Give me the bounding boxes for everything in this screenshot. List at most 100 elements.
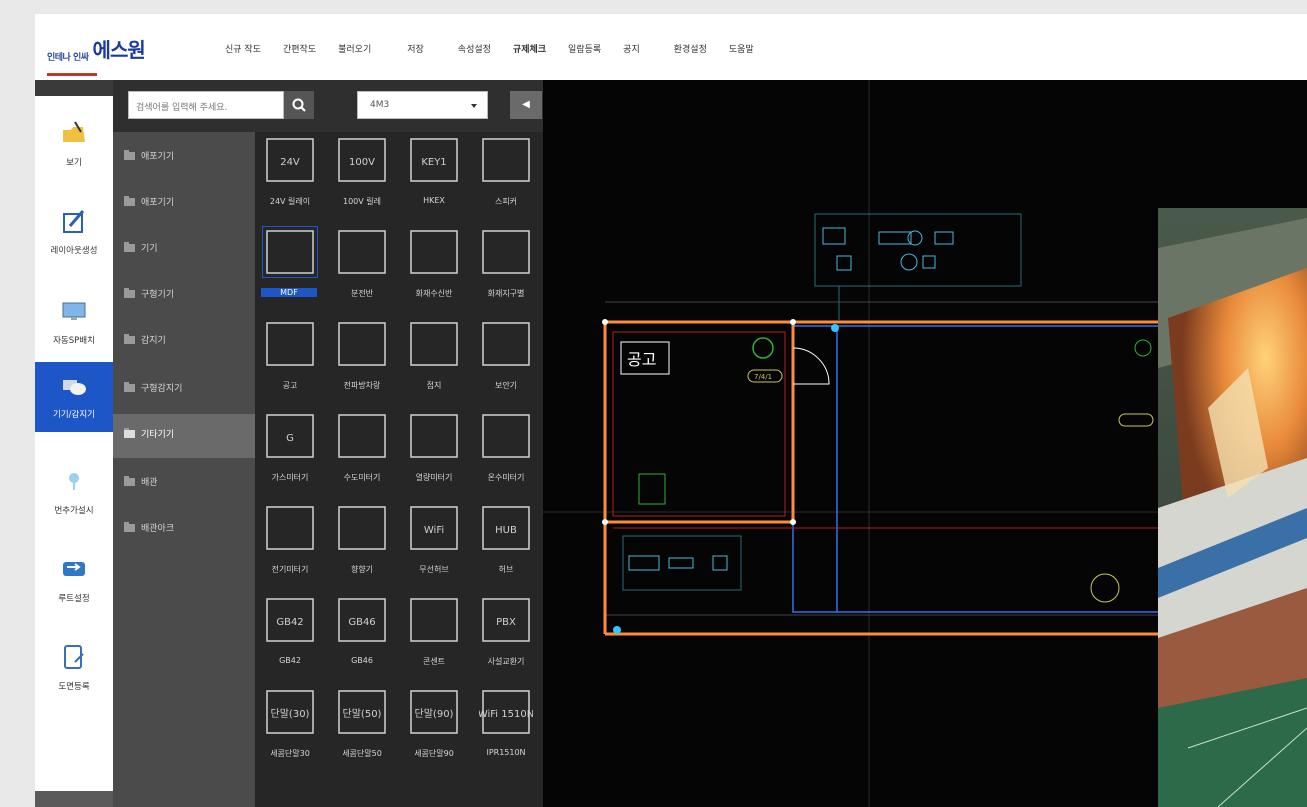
sidebar-item-view[interactable]: 보기 bbox=[35, 110, 113, 180]
room-label: 공고 bbox=[627, 350, 656, 369]
pencil-layout-icon bbox=[63, 210, 85, 233]
top-menu-bar: 인테나 인싸 에스원 신규 작도 간편작도 불러오기 저장 속성설정 규제체크 … bbox=[35, 14, 1307, 81]
symbol-item[interactable]: 접지 bbox=[399, 316, 469, 406]
sidebar-item-route[interactable]: 루트설정 bbox=[35, 546, 113, 616]
lamp-icon bbox=[69, 473, 79, 490]
menu-notice[interactable]: 공지 bbox=[623, 42, 640, 55]
collapse-panel-button[interactable]: ◀ bbox=[510, 91, 542, 119]
symbol-item[interactable]: GB46 GB46 bbox=[327, 592, 397, 682]
symbol-item[interactable]: WiFi 무선허브 bbox=[399, 500, 469, 590]
menu-properties[interactable]: 속성설정 bbox=[458, 42, 491, 55]
category-label: 기타기기 bbox=[141, 430, 175, 440]
menu-new-drawing[interactable]: 신규 작도 bbox=[225, 42, 261, 55]
symbol-item[interactable]: G 가스미터기 bbox=[255, 408, 325, 498]
building-photo-image bbox=[1158, 208, 1307, 807]
symbol-item[interactable]: 스피커 bbox=[471, 132, 541, 222]
open-folder-icon bbox=[124, 428, 135, 438]
svg-text:단말(50): 단말(50) bbox=[343, 708, 382, 720]
category-item[interactable]: 구형기기 bbox=[113, 274, 255, 318]
sidebar-item-label: 보기 bbox=[66, 158, 82, 168]
symbol-item[interactable]: 전파방차랑 bbox=[327, 316, 397, 406]
symbol-item[interactable]: 분전반 bbox=[327, 224, 397, 314]
logo-title: 에스원 bbox=[92, 38, 146, 62]
symbol-label: 공고 bbox=[282, 381, 298, 390]
sidebar-item-auto-sp[interactable]: 자동SP배치 bbox=[35, 288, 113, 358]
symbol-glyph: PBX bbox=[479, 595, 533, 645]
scale-select[interactable]: 4M3 bbox=[357, 91, 488, 119]
category-item[interactable]: 기기 bbox=[113, 228, 255, 272]
category-item[interactable]: 감지기 bbox=[113, 320, 255, 364]
sidebar-item-label: 루트설정 bbox=[58, 594, 90, 604]
symbol-item[interactable]: 단말(30) 세콤단말30 bbox=[255, 684, 325, 774]
folder-view-icon bbox=[63, 121, 85, 142]
sidebar-item-layout[interactable]: 레이아웃생성 bbox=[35, 198, 113, 268]
symbol-item[interactable]: KEY1 HKEX bbox=[399, 132, 469, 222]
category-label: 구형감지기 bbox=[141, 384, 183, 394]
symbol-item[interactable]: 공고 bbox=[255, 316, 325, 406]
menu-open[interactable]: 불러오기 bbox=[338, 42, 371, 55]
symbol-label: 100V 릴레 bbox=[342, 197, 381, 206]
category-item[interactable]: 배관 bbox=[113, 462, 255, 506]
building-photo bbox=[1158, 208, 1307, 807]
folder-icon bbox=[124, 242, 135, 252]
symbol-item[interactable]: 수도미터기 bbox=[327, 408, 397, 498]
svg-text:HUB: HUB bbox=[495, 525, 517, 536]
symbol-glyph: 24V bbox=[263, 135, 317, 185]
symbol-item[interactable]: 24V 24V 릴레이 bbox=[255, 132, 325, 222]
sidebar-item-label: 레이아웃생성 bbox=[50, 246, 98, 256]
symbol-item[interactable]: WiFi 1510N IPR1510N bbox=[471, 684, 541, 774]
scale-select-value: 4M3 bbox=[370, 100, 390, 110]
category-item-active[interactable]: 기타기기 bbox=[113, 414, 255, 458]
symbol-item[interactable]: HUB 허브 bbox=[471, 500, 541, 590]
search-button[interactable] bbox=[284, 91, 314, 119]
symbol-item[interactable]: 콘센트 bbox=[399, 592, 469, 682]
symbol-item[interactable]: GB42 GB42 bbox=[255, 592, 325, 682]
symbol-glyph bbox=[263, 319, 317, 369]
symbol-item[interactable]: 보안기 bbox=[471, 316, 541, 406]
category-item[interactable]: 애포기기 bbox=[113, 182, 255, 226]
symbol-item[interactable]: 단말(50) 세콤단말50 bbox=[327, 684, 397, 774]
symbol-item[interactable]: 향향기 bbox=[327, 500, 397, 590]
symbol-item[interactable]: 화재지구별 bbox=[471, 224, 541, 314]
category-item[interactable]: 구형감지기 bbox=[113, 368, 255, 412]
symbol-label: 전기미터기 bbox=[271, 565, 309, 574]
symbol-glyph bbox=[407, 595, 461, 645]
menu-simple-drawing[interactable]: 간편작도 bbox=[283, 42, 316, 55]
svg-text:WiFi 1510N: WiFi 1510N bbox=[479, 709, 533, 720]
category-item[interactable]: 배관아크 bbox=[113, 508, 255, 552]
menu-help[interactable]: 도움말 bbox=[729, 42, 754, 55]
symbol-label: 온수미터기 bbox=[487, 473, 525, 482]
symbol-glyph bbox=[335, 227, 389, 277]
symbol-item[interactable]: 100V 100V 릴레 bbox=[327, 132, 397, 222]
search-input[interactable]: 검색어를 입력해 주세요. bbox=[128, 91, 284, 119]
sidebar-item-label: 도면등록 bbox=[58, 682, 90, 692]
symbol-item[interactable]: 온수미터기 bbox=[471, 408, 541, 498]
category-label: 구형기기 bbox=[141, 290, 175, 300]
sidebar-item-drawing-register[interactable]: 도면등록 bbox=[35, 634, 113, 704]
category-label: 애포기기 bbox=[141, 152, 175, 162]
symbol-item[interactable]: 화재수신반 bbox=[399, 224, 469, 314]
symbol-item[interactable]: 전기미터기 bbox=[255, 500, 325, 590]
folder-icon bbox=[124, 476, 135, 486]
svg-text:단말(30): 단말(30) bbox=[271, 708, 310, 720]
sidebar-item-devices[interactable]: 기기/감지기 bbox=[35, 362, 113, 432]
menu-settings[interactable]: 환경설정 bbox=[674, 42, 707, 55]
menu-list-register[interactable]: 일람등록 bbox=[568, 42, 601, 55]
sidebar-footer bbox=[35, 791, 113, 807]
app-logo[interactable]: 인테나 인싸 에스원 bbox=[47, 34, 146, 63]
menu-regulation-check[interactable]: 규제체크 bbox=[513, 42, 546, 55]
main-menu: 신규 작도 간편작도 불러오기 저장 속성설정 규제체크 일람등록 공지 환경설… bbox=[225, 42, 776, 55]
menu-save[interactable]: 저장 bbox=[407, 42, 424, 55]
symbol-item[interactable]: 단말(90) 세콤단말90 bbox=[399, 684, 469, 774]
symbol-glyph: 단말(50) bbox=[335, 687, 389, 737]
tool-sidebar: 보기 레이아웃생성 자동SP배치 기기/감지기 번추가설시 루트설정 도면등록 bbox=[35, 80, 113, 807]
sidebar-item-label: 번추가설시 bbox=[54, 506, 94, 516]
category-item[interactable]: 애포기기 bbox=[113, 136, 255, 180]
symbol-item[interactable]: PBX 사설교환기 bbox=[471, 592, 541, 682]
symbol-item[interactable]: MDF bbox=[255, 224, 325, 314]
symbol-glyph: 단말(90) bbox=[407, 687, 461, 737]
symbol-glyph: GB46 bbox=[335, 595, 389, 645]
symbol-item[interactable]: 열량미터기 bbox=[399, 408, 469, 498]
folder-icon bbox=[124, 196, 135, 206]
sidebar-item-add-line[interactable]: 번추가설시 bbox=[35, 458, 113, 528]
